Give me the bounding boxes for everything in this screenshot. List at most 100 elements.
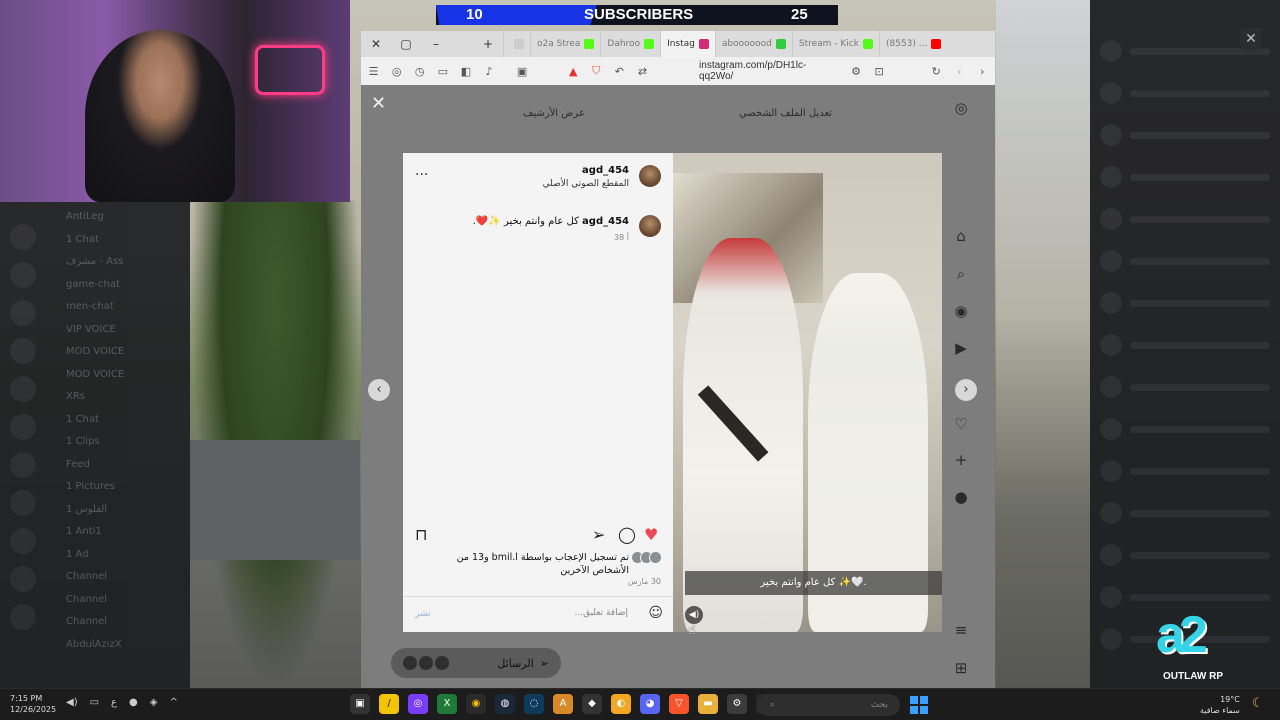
- member-row[interactable]: [1100, 156, 1270, 198]
- member-row[interactable]: [1100, 198, 1270, 240]
- server-icon[interactable]: [10, 490, 36, 516]
- create-icon[interactable]: +: [949, 451, 973, 469]
- member-row[interactable]: [1100, 324, 1270, 366]
- member-row[interactable]: [1100, 450, 1270, 492]
- steam-app-icon[interactable]: ◍: [495, 694, 515, 714]
- app-icon[interactable]: ◐: [611, 694, 631, 714]
- microphone-icon[interactable]: ●: [129, 697, 138, 708]
- server-icon[interactable]: [10, 528, 36, 554]
- post-username[interactable]: agd_454: [582, 165, 629, 176]
- tabs-icon[interactable]: ▣: [516, 65, 529, 78]
- browser-app-icon[interactable]: ◌: [524, 694, 544, 714]
- bookmark-icon[interactable]: ⊡: [873, 65, 886, 78]
- server-icon[interactable]: [10, 604, 36, 630]
- profile-icon[interactable]: ●: [949, 488, 973, 506]
- member-row[interactable]: [1100, 114, 1270, 156]
- browser-tab[interactable]: o2a Strea: [530, 31, 600, 57]
- server-icon[interactable]: [10, 224, 36, 250]
- close-modal-icon[interactable]: ✕: [371, 93, 386, 114]
- share-icon[interactable]: ⇄: [636, 65, 649, 78]
- server-icon[interactable]: [10, 452, 36, 478]
- browser-tab[interactable]: abooooood: [714, 31, 792, 57]
- instagram-icon[interactable]: ◎: [949, 99, 973, 117]
- settings-app-icon[interactable]: ⚙: [727, 694, 747, 714]
- channel-item[interactable]: AntiLeg: [8, 206, 182, 229]
- home-icon[interactable]: ⌂: [949, 227, 973, 245]
- member-row[interactable]: [1100, 492, 1270, 534]
- undo-icon[interactable]: ↶: [613, 65, 626, 78]
- server-icon[interactable]: [10, 414, 36, 440]
- channel-item[interactable]: VIP VOICE: [8, 319, 182, 342]
- emoji-icon[interactable]: ☺: [648, 605, 663, 621]
- menu-icon[interactable]: ☰: [367, 65, 380, 78]
- explore-icon[interactable]: ◉: [949, 302, 973, 320]
- cod-app-icon[interactable]: ▣: [350, 694, 370, 714]
- weather-widget[interactable]: 19°C سماء صافية: [1200, 694, 1240, 716]
- audio-label[interactable]: المقطع الصوتي الأصلي: [543, 179, 629, 189]
- location-icon[interactable]: ◎: [390, 65, 403, 78]
- next-post-icon[interactable]: ›: [955, 379, 977, 401]
- app-icon[interactable]: /: [379, 694, 399, 714]
- browser-tab[interactable]: Dahroo: [600, 31, 660, 57]
- view-archive-link[interactable]: عرض الأرشيف: [523, 108, 585, 119]
- channel-item[interactable]: Channel: [8, 589, 182, 612]
- post-comment-button[interactable]: نشر: [415, 609, 431, 619]
- avatar[interactable]: [639, 165, 661, 187]
- channel-item[interactable]: 1 Clips: [8, 431, 182, 454]
- mute-icon[interactable]: ◀): [685, 606, 703, 624]
- search-icon[interactable]: ⌕: [949, 265, 973, 283]
- likes-text[interactable]: تم تسجيل الإعجاب بواسطة bmil.l و13 من ال…: [429, 551, 629, 577]
- history-icon[interactable]: ◷: [413, 65, 426, 78]
- share-icon[interactable]: ➢: [592, 525, 605, 544]
- server-icon[interactable]: [10, 300, 36, 326]
- browser-tab[interactable]: Instag: [660, 31, 715, 57]
- browser-tab[interactable]: Stream - Kick: [791, 31, 879, 57]
- member-row[interactable]: [1100, 534, 1270, 576]
- server-icon[interactable]: [10, 262, 36, 288]
- member-row[interactable]: [1100, 366, 1270, 408]
- like-icon[interactable]: ♥: [644, 525, 658, 544]
- server-icon[interactable]: [10, 566, 36, 592]
- show-hidden-icons[interactable]: ^: [169, 697, 177, 708]
- more-options-icon[interactable]: ···: [415, 167, 428, 183]
- close-window-icon[interactable]: ✕: [361, 37, 391, 51]
- music-icon[interactable]: ♪: [482, 65, 495, 78]
- obs-app-icon[interactable]: ◎: [408, 694, 428, 714]
- member-row[interactable]: [1100, 282, 1270, 324]
- server-icon[interactable]: [10, 338, 36, 364]
- browser-tab[interactable]: [503, 31, 530, 57]
- messages-button[interactable]: الرسائل ➢: [391, 648, 561, 678]
- excel-app-icon[interactable]: X: [437, 694, 457, 714]
- comment-username[interactable]: agd_454: [582, 216, 629, 227]
- previous-post-icon[interactable]: ‹: [368, 379, 390, 401]
- wallet-icon[interactable]: ▭: [436, 65, 449, 78]
- volume-icon[interactable]: ◀): [66, 697, 78, 708]
- save-icon[interactable]: ⊓: [415, 525, 427, 544]
- warning-icon[interactable]: ▲: [567, 65, 580, 78]
- clock[interactable]: 7:15 PM 12/26/2025: [10, 693, 56, 715]
- chrome-app-icon[interactable]: ◉: [466, 694, 486, 714]
- avatar[interactable]: [639, 215, 661, 237]
- member-row[interactable]: [1100, 408, 1270, 450]
- more-menu-icon[interactable]: ≡: [949, 621, 973, 639]
- sidebar-icon[interactable]: ◧: [459, 65, 472, 78]
- reels-icon[interactable]: ▶: [949, 339, 973, 357]
- maximize-window-icon[interactable]: ▢: [391, 37, 421, 51]
- network-icon[interactable]: ▭: [90, 697, 99, 708]
- file-explorer-icon[interactable]: ▬: [698, 694, 718, 714]
- new-tab-icon[interactable]: +: [473, 37, 503, 51]
- tray-app-icon[interactable]: ◈: [150, 697, 158, 708]
- language-indicator[interactable]: ع: [111, 697, 117, 708]
- member-row[interactable]: [1100, 72, 1270, 114]
- reload-icon[interactable]: ↻: [930, 65, 943, 78]
- taskbar-search[interactable]: بحث ⌕: [758, 694, 900, 716]
- browser-tab[interactable]: (8553) ...: [878, 31, 947, 57]
- apps-icon[interactable]: ⊞: [949, 659, 973, 677]
- server-icon[interactable]: [10, 376, 36, 402]
- member-row[interactable]: [1100, 240, 1270, 282]
- notifications-icon[interactable]: ♡: [949, 415, 973, 433]
- close-icon[interactable]: ✕: [1240, 28, 1262, 50]
- minimize-window-icon[interactable]: –: [421, 37, 451, 51]
- app-icon[interactable]: A: [553, 694, 573, 714]
- shield-icon[interactable]: ⛉: [590, 64, 603, 78]
